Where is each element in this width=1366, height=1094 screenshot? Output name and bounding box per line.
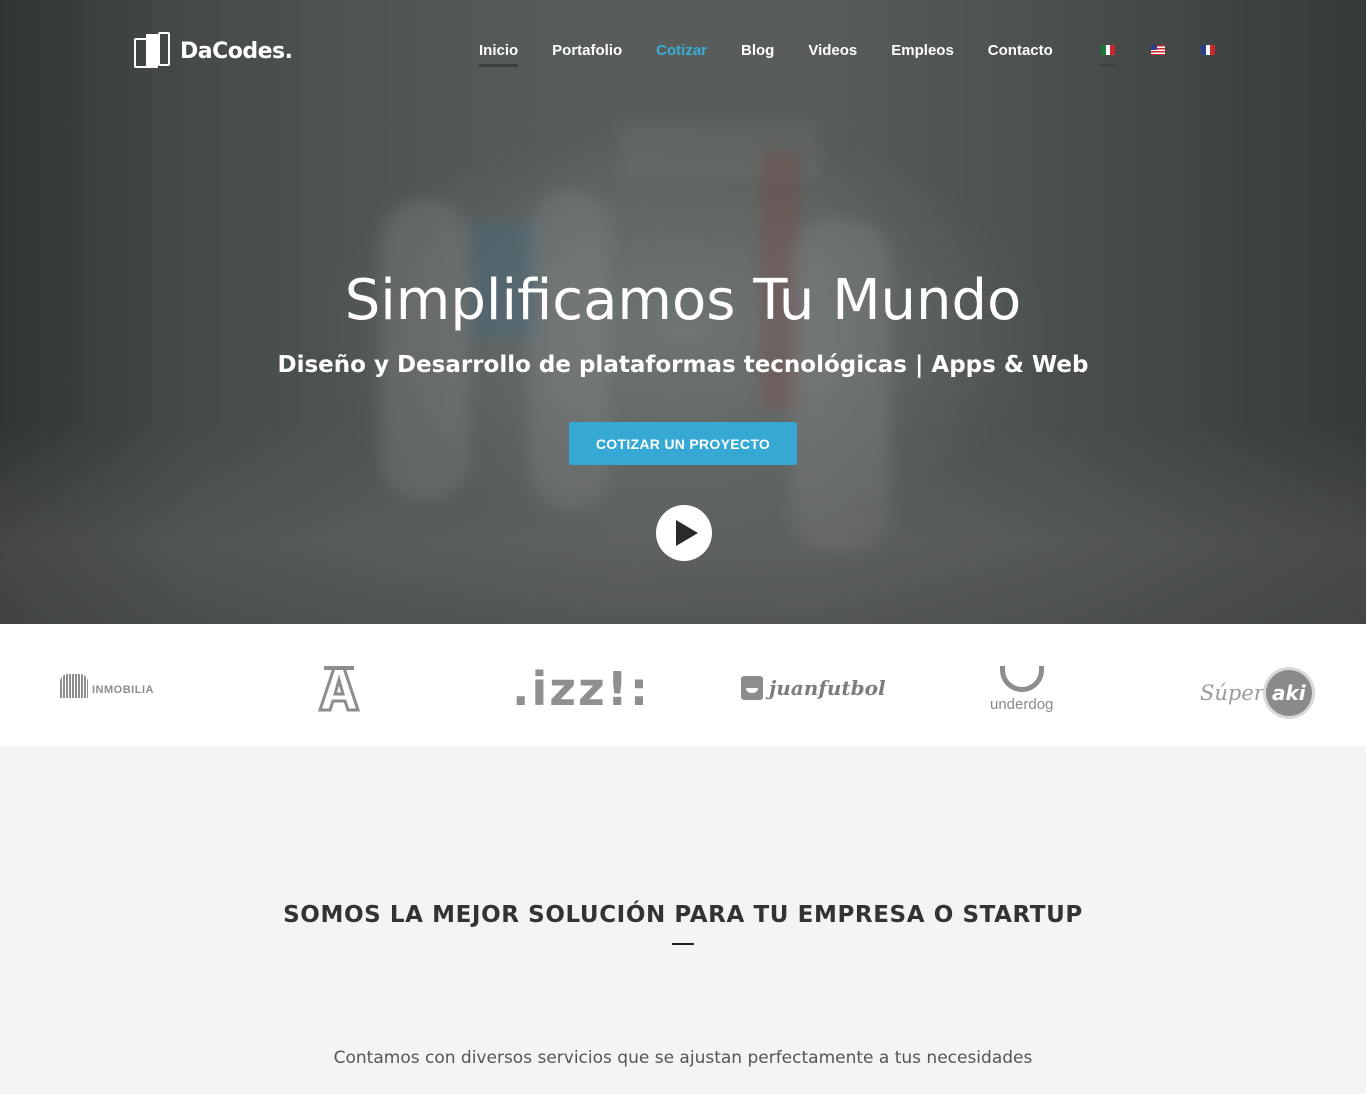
hero-section: DaCodes. Inicio Portafolio Cotizar Blog … [0, 0, 1366, 624]
client-logo-izzi: .izz!: [512, 662, 651, 716]
usa-flag-icon[interactable] [1151, 45, 1165, 55]
nav-link-inicio[interactable]: Inicio [479, 42, 519, 67]
nav-link-videos[interactable]: Videos [808, 42, 857, 67]
client-logo-underdog: underdog [990, 666, 1053, 713]
brand-logo[interactable]: DaCodes. [134, 32, 293, 70]
main-menu: Inicio Portafolio Cotizar Blog Videos Em… [479, 42, 1087, 67]
nav-link-cotizar[interactable]: Cotizar [656, 42, 707, 67]
client-logos-strip: INMOBILIA .izz!: juanfutbol underdog Súp… [0, 624, 1366, 746]
france-flag-icon[interactable] [1201, 45, 1216, 55]
title-divider [672, 943, 694, 945]
client-logo-juanfutbol: juanfutbol [741, 676, 886, 700]
letter-a-logo-icon [317, 666, 361, 712]
hero-subtitle: Diseño y Desarrollo de plataformas tecno… [277, 352, 1089, 378]
section-description: Contamos con diversos servicios que se a… [333, 1048, 1033, 1068]
client-logo-a [316, 664, 362, 712]
play-icon [675, 520, 698, 546]
client-logo-inmobilia: INMOBILIA [60, 674, 154, 698]
building-icon [60, 674, 88, 698]
language-selector [1101, 45, 1216, 55]
quote-project-button[interactable]: COTIZAR UN PROYECTO [569, 422, 797, 465]
nav-link-portafolio[interactable]: Portafolio [552, 42, 622, 67]
mexico-flag-icon[interactable] [1101, 45, 1116, 55]
section-title: SOMOS LA MEJOR SOLUCIÓN PARA TU EMPRESA … [283, 902, 1083, 928]
underdog-mark-icon [999, 666, 1044, 692]
hero-title: Simplificamos Tu Mundo [344, 268, 1022, 333]
client-logo-superaki: Súper aki [1200, 670, 1312, 716]
smiley-icon [741, 676, 763, 700]
nav-link-empleos[interactable]: Empleos [891, 42, 954, 67]
active-language-indicator [1101, 64, 1115, 66]
nav-link-blog[interactable]: Blog [741, 42, 774, 67]
nav-link-contacto[interactable]: Contacto [988, 42, 1053, 67]
logo-icon [134, 32, 172, 70]
intro-section: SOMOS LA MEJOR SOLUCIÓN PARA TU EMPRESA … [0, 746, 1366, 1094]
top-navigation: DaCodes. Inicio Portafolio Cotizar Blog … [0, 0, 1366, 100]
play-video-button[interactable] [656, 505, 712, 561]
brand-name: DaCodes. [180, 38, 293, 64]
